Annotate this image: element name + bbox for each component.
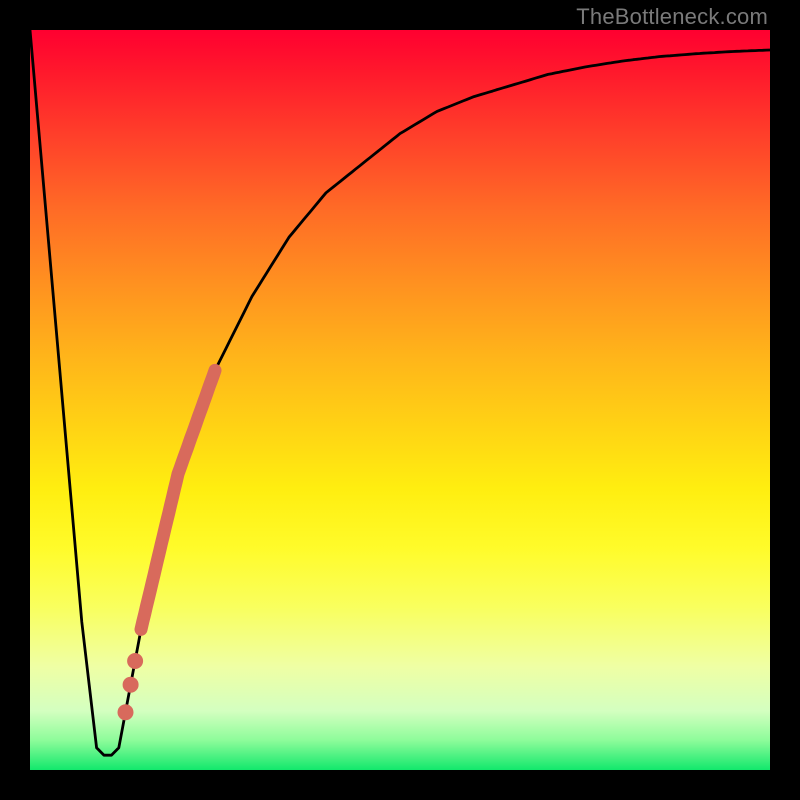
curve-layer [30,30,770,770]
chart-frame: TheBottleneck.com [0,0,800,800]
highlight-dot [127,653,143,669]
highlight-segment [141,370,215,629]
plot-area [30,30,770,770]
highlight-dot [123,677,139,693]
watermark-text: TheBottleneck.com [576,4,768,30]
bottleneck-curve [30,30,770,755]
highlight-dot [118,704,134,720]
